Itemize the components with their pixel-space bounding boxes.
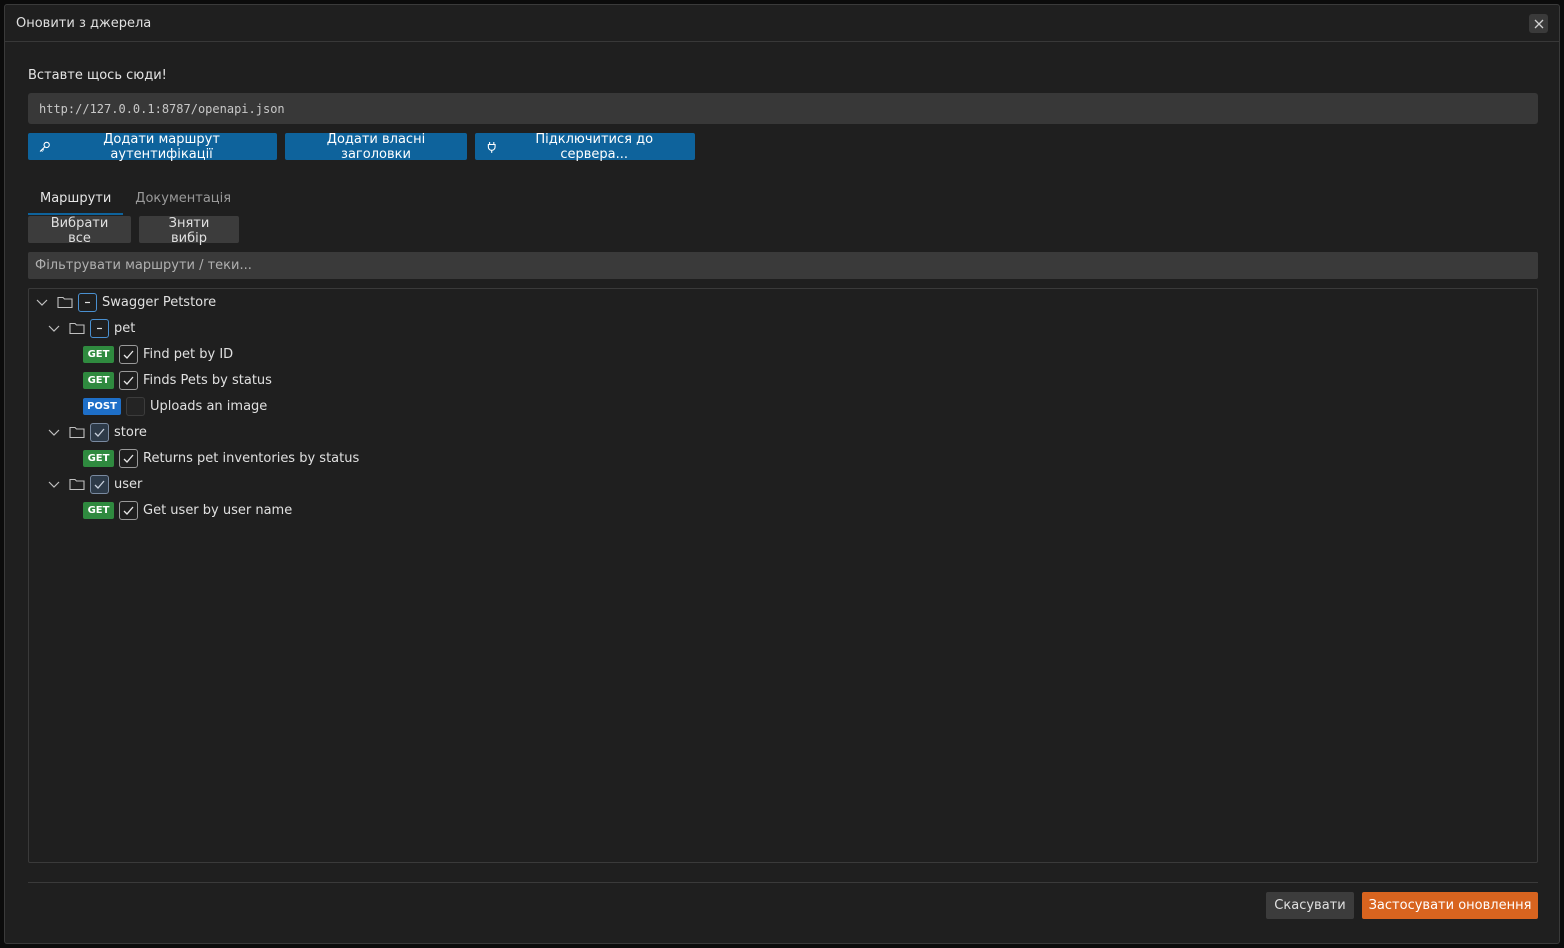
update-from-source-dialog: Оновити з джерела Вставте щось сюди! Дод…: [4, 4, 1560, 944]
source-url-input[interactable]: [28, 93, 1538, 124]
route-label: Get user by user name: [143, 502, 293, 518]
select-all-button[interactable]: Вибрати все: [28, 216, 131, 246]
chevron-down-icon[interactable]: [47, 477, 61, 491]
tab-documentation[interactable]: Документація: [123, 187, 243, 215]
route-checkbox[interactable]: [126, 396, 145, 416]
minus-icon: [97, 327, 102, 329]
filter-routes-input[interactable]: [28, 252, 1538, 279]
close-icon: [1534, 19, 1543, 28]
chevron-down-icon[interactable]: [35, 295, 49, 309]
chevron-down-icon[interactable]: [47, 321, 61, 335]
add-auth-route-button[interactable]: Додати маршрут аутентифікації: [28, 131, 277, 162]
folder-icon: [69, 478, 85, 491]
key-icon: [39, 141, 50, 152]
route-checkbox[interactable]: [119, 448, 138, 468]
check-icon: [94, 428, 105, 437]
route-row[interactable]: GET Returns pet inventories by status: [83, 446, 359, 470]
check-icon: [94, 480, 105, 489]
folder-icon: [57, 296, 73, 309]
folder-checkbox-pet[interactable]: [90, 318, 109, 338]
tree-root-checkbox[interactable]: [78, 292, 97, 312]
cancel-button[interactable]: Скасувати: [1266, 892, 1354, 919]
route-label: Returns pet inventories by status: [143, 450, 360, 466]
footer-divider: [28, 882, 1538, 883]
folder-row-store[interactable]: store: [47, 420, 147, 444]
folder-row-pet[interactable]: pet: [47, 316, 135, 340]
folder-label-user: user: [114, 476, 143, 492]
method-badge-get: GET: [83, 501, 114, 519]
method-badge-post: POST: [83, 397, 121, 415]
dialog-titlebar: Оновити з джерела: [5, 5, 1559, 42]
plug-icon: [487, 141, 496, 153]
route-row[interactable]: GET Finds Pets by status: [83, 368, 272, 392]
deselect-button[interactable]: Зняти вибір: [139, 216, 239, 246]
add-auth-route-label: Додати маршрут аутентифікації: [103, 131, 220, 162]
tree-root-row[interactable]: Swagger Petstore: [35, 290, 216, 314]
connect-server-button[interactable]: Підключитися до сервера...: [475, 131, 695, 162]
routes-tree: Swagger Petstore pet GET Find pet by ID …: [28, 288, 1538, 863]
method-badge-get: GET: [83, 371, 114, 389]
close-button[interactable]: [1529, 14, 1548, 33]
route-row[interactable]: POST Uploads an image: [83, 394, 267, 418]
source-label: Вставте щось сюди!: [28, 68, 167, 83]
folder-label-store: store: [114, 424, 147, 440]
route-row[interactable]: GET Find pet by ID: [83, 342, 233, 366]
check-icon: [123, 454, 134, 463]
folder-row-user[interactable]: user: [47, 472, 142, 496]
route-checkbox[interactable]: [119, 344, 138, 364]
folder-checkbox-user[interactable]: [90, 474, 109, 494]
dialog-title: Оновити з джерела: [16, 15, 152, 31]
check-icon: [123, 376, 134, 385]
route-label: Uploads an image: [150, 398, 268, 414]
route-checkbox[interactable]: [119, 370, 138, 390]
folder-icon: [69, 322, 85, 335]
add-custom-headers-label: Додати власні заголовки: [326, 131, 426, 162]
folder-icon: [69, 426, 85, 439]
chevron-down-icon[interactable]: [47, 425, 61, 439]
route-label: Find pet by ID: [143, 346, 234, 362]
route-label: Finds Pets by status: [143, 372, 272, 388]
tree-root-label: Swagger Petstore: [102, 294, 217, 310]
check-icon: [123, 350, 134, 359]
folder-checkbox-store[interactable]: [90, 422, 109, 442]
tab-routes[interactable]: Маршрути: [28, 187, 124, 215]
connect-server-label: Підключитися до сервера...: [535, 131, 654, 162]
route-row[interactable]: GET Get user by user name: [83, 498, 292, 522]
folder-label-pet: pet: [114, 320, 136, 336]
tab-bar: Маршрути Документація: [28, 187, 243, 215]
add-custom-headers-button[interactable]: Додати власні заголовки: [285, 131, 467, 162]
minus-icon: [85, 301, 90, 303]
method-badge-get: GET: [83, 345, 114, 363]
route-checkbox[interactable]: [119, 500, 138, 520]
check-icon: [123, 506, 134, 515]
method-badge-get: GET: [83, 449, 114, 467]
apply-update-button[interactable]: Застосувати оновлення: [1362, 892, 1538, 919]
